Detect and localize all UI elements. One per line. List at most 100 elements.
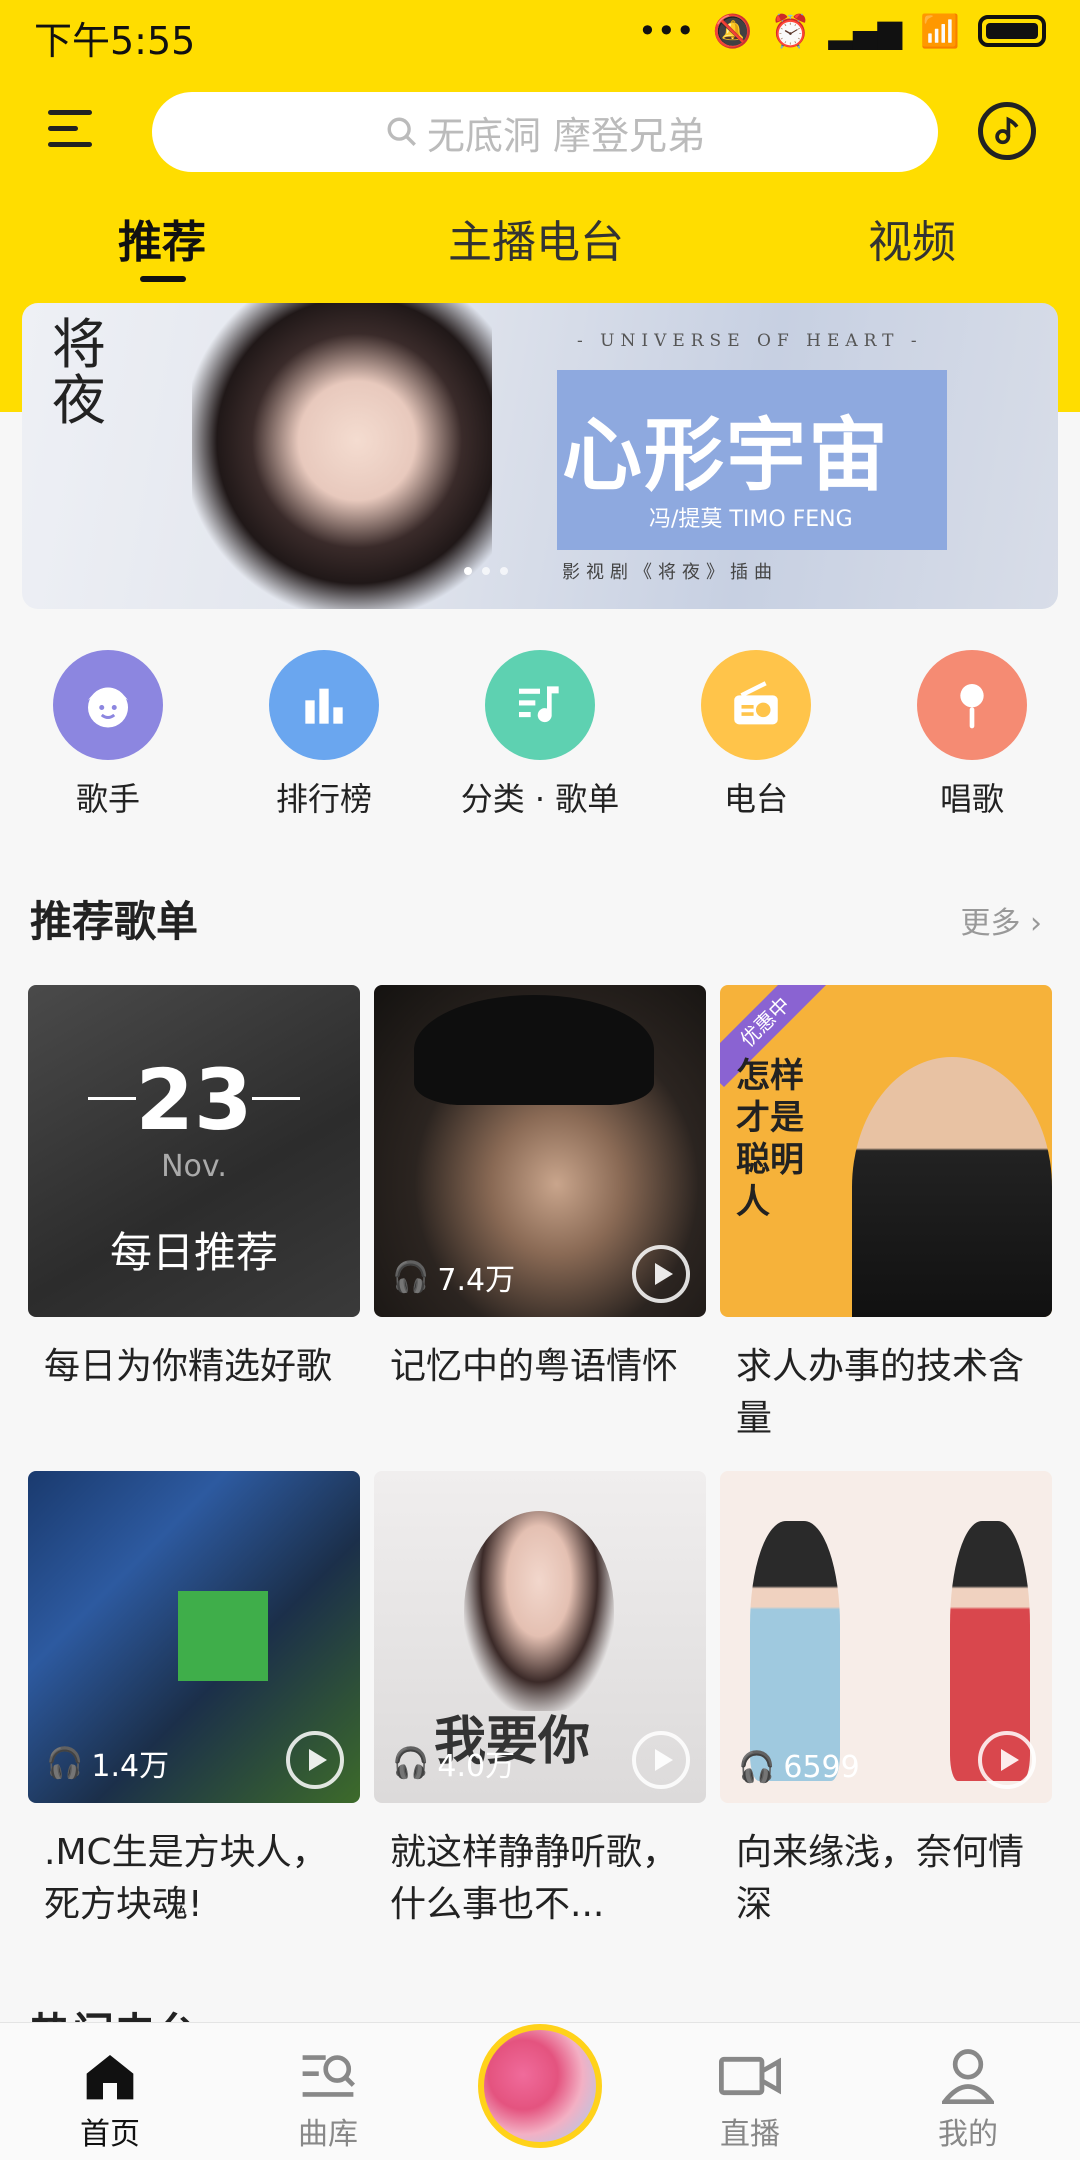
- playlist-card[interactable]: 🎧 7.4万 记忆中的粤语情怀: [374, 985, 706, 1445]
- daily-month: Nov.: [161, 1149, 227, 1184]
- nav-label: 曲库: [298, 2117, 358, 2152]
- wifi-icon: 📶: [920, 12, 960, 50]
- play-count-value: 6599: [783, 1750, 860, 1785]
- playlist-icon: [485, 650, 595, 760]
- nav-library[interactable]: 曲库: [258, 2047, 398, 2153]
- banner-title: 心形宇宙: [562, 409, 890, 502]
- nav-home[interactable]: 首页: [40, 2047, 180, 2153]
- singer-icon: [53, 650, 163, 760]
- menu-icon[interactable]: [48, 110, 94, 150]
- playlist-cover: 优惠中 怎样才是聪明人: [720, 985, 1052, 1317]
- promo-banner[interactable]: 将夜 - UNIVERSE OF HEART - 心形宇宙 冯/提莫 TIMO …: [22, 303, 1058, 609]
- playlist-card[interactable]: 优惠中 怎样才是聪明人 求人办事的技术含量: [720, 985, 1052, 1445]
- radio-icon: [701, 650, 811, 760]
- playlist-card[interactable]: 🎧 1.4万 .MC生是方块人，死方块魂!: [28, 1471, 360, 1931]
- category-singer[interactable]: 歌手: [8, 650, 208, 820]
- play-count: 🎧 7.4万: [392, 1255, 515, 1299]
- nav-label: 直播: [720, 2117, 780, 2152]
- nav-label: 首页: [80, 2117, 140, 2152]
- banner-tagline: - UNIVERSE OF HEART -: [577, 331, 923, 351]
- tab-recommend[interactable]: 推荐: [118, 206, 206, 270]
- playlist-card[interactable]: 我要你 🎧 4.0万 就这样静静听歌，什么事也不...: [374, 1471, 706, 1931]
- banner-pagination: [464, 567, 508, 575]
- alarm-icon: ⏰: [770, 12, 811, 50]
- more-link[interactable]: 更多 ›: [960, 898, 1042, 942]
- battery-icon: [978, 15, 1046, 47]
- nav-mine[interactable]: 我的: [898, 2047, 1038, 2153]
- category-label: 排行榜: [275, 780, 372, 818]
- daily-recommend-cover: 23 Nov. 每日推荐: [28, 985, 360, 1317]
- cover-text: 怎样才是聪明人: [736, 1056, 804, 1222]
- category-charts[interactable]: 排行榜: [224, 650, 424, 820]
- status-icons: ••• 🔕 ⏰ ▂▄▆ 📶: [638, 12, 1046, 50]
- playlist-title: 记忆中的粤语情怀: [390, 1346, 679, 1387]
- play-count-value: 1.4万: [91, 1749, 170, 1784]
- play-count-value: 7.4万: [437, 1263, 516, 1298]
- search-input[interactable]: 无底洞 摩登兄弟: [152, 92, 938, 172]
- playlist-cover: 🎧 7.4万: [374, 985, 706, 1317]
- cover-boy-shape: [750, 1521, 840, 1781]
- playlist-title: 求人办事的技术含量: [736, 1346, 1025, 1439]
- more-label: 更多: [960, 906, 1021, 941]
- category-label: 歌手: [75, 780, 140, 818]
- playlist-title: 就这样静静听歌，什么事也不...: [390, 1832, 679, 1925]
- banner-artist: 冯/提莫 TIMO FENG: [649, 507, 853, 532]
- search-icon: [387, 117, 416, 146]
- cover-block-shape: [178, 1591, 268, 1681]
- cover-hat-shape: [414, 995, 654, 1105]
- user-icon: [898, 2047, 1038, 2105]
- playlist-title: .MC生是方块人，死方块魂!: [44, 1832, 328, 1925]
- chevron-right-icon: ›: [1030, 906, 1042, 941]
- playlist-cover: 🎧 1.4万: [28, 1471, 360, 1803]
- more-dots-icon: •••: [638, 12, 695, 50]
- headphones-icon: 🎧: [392, 1745, 430, 1781]
- divider: [252, 1097, 300, 1100]
- category-playlists[interactable]: 分类 · 歌单: [440, 650, 640, 820]
- playlist-title: 向来缘浅，奈何情深: [736, 1832, 1025, 1925]
- daily-label: 每日推荐: [109, 1228, 278, 1277]
- search-placeholder: 无底洞 摩登兄弟: [426, 113, 706, 158]
- nav-label: 我的: [938, 2117, 998, 2152]
- category-label: 唱歌: [939, 780, 1004, 818]
- headphones-icon: 🎧: [738, 1750, 776, 1785]
- daily-day: 23: [135, 1051, 253, 1149]
- section-title: 推荐歌单: [30, 897, 199, 946]
- status-time: 下午5:55: [34, 19, 196, 63]
- status-bar: 下午5:55 ••• 🔕 ⏰ ▂▄▆ 📶: [0, 0, 1080, 70]
- music-recognize-icon[interactable]: [978, 102, 1036, 160]
- playlist-card[interactable]: 🎧 6599 向来缘浅，奈何情深: [720, 1471, 1052, 1931]
- library-search-icon: [258, 2047, 398, 2105]
- top-tabs: 推荐 主播电台 视频: [0, 206, 1080, 286]
- tab-underline: [140, 276, 186, 282]
- category-label: 电台: [723, 780, 788, 818]
- chart-icon: [269, 650, 379, 760]
- video-camera-icon: [680, 2047, 820, 2105]
- tab-host-radio[interactable]: 主播电台: [448, 206, 624, 270]
- play-button[interactable]: [632, 1731, 690, 1789]
- play-button[interactable]: [978, 1731, 1036, 1789]
- tab-video[interactable]: 视频: [868, 206, 956, 270]
- playlist-cover: 🎧 6599: [720, 1471, 1052, 1803]
- play-button[interactable]: [286, 1731, 344, 1789]
- banner-calligraphy: 将夜: [52, 313, 106, 432]
- play-button[interactable]: [632, 1245, 690, 1303]
- home-icon: [40, 2047, 180, 2105]
- top-bar: 无底洞 摩登兄弟: [0, 88, 1080, 176]
- category-label: 分类 · 歌单: [460, 780, 620, 818]
- signal-icon: ▂▄▆: [828, 12, 903, 50]
- cover-portrait-shape: [464, 1511, 614, 1711]
- cover-person-shape: [852, 1057, 1052, 1317]
- headphones-icon: 🎧: [46, 1745, 84, 1781]
- mute-icon: 🔕: [712, 12, 753, 50]
- banner-subtitle: 影视剧《将夜》插曲: [562, 562, 778, 583]
- playlist-card[interactable]: 23 Nov. 每日推荐 每日为你精选好歌: [28, 985, 360, 1445]
- category-radio[interactable]: 电台: [656, 650, 856, 820]
- category-karaoke[interactable]: 唱歌: [872, 650, 1072, 820]
- playlist-title: 每日为你精选好歌: [44, 1346, 333, 1387]
- play-count: 🎧 1.4万: [46, 1741, 169, 1785]
- now-playing-disc[interactable]: [478, 2024, 602, 2148]
- nav-live[interactable]: 直播: [680, 2047, 820, 2153]
- play-count: 🎧 4.0万: [392, 1741, 515, 1785]
- headphones-icon: 🎧: [392, 1259, 430, 1295]
- banner-portrait: [192, 303, 492, 609]
